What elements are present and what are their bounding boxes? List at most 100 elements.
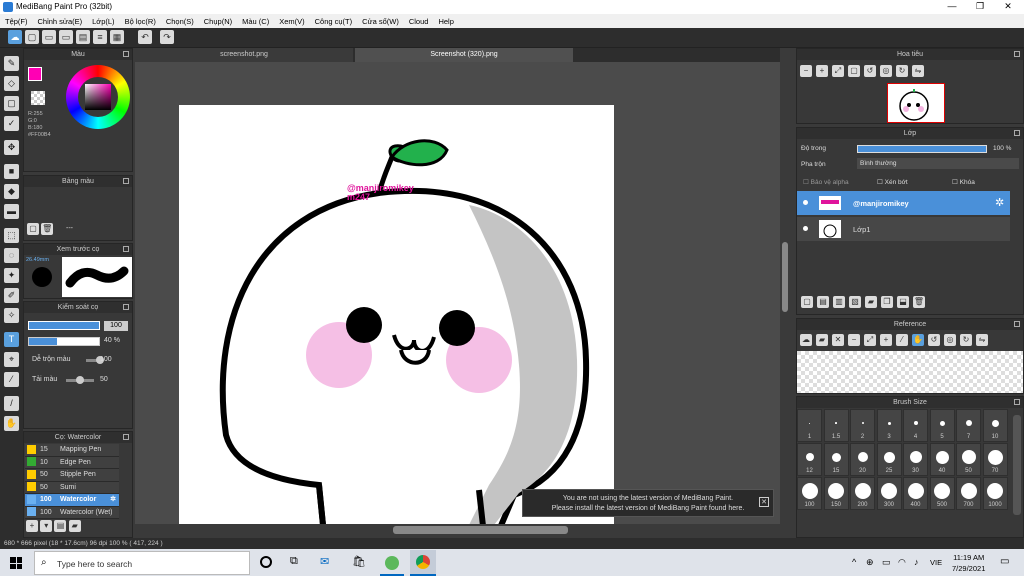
layer-row[interactable]: Lớp1 <box>797 217 1010 241</box>
menu-view[interactable]: Xem(V) <box>274 17 309 26</box>
mail-icon[interactable]: ✉ <box>320 555 329 568</box>
visibility-icon[interactable] <box>803 200 808 205</box>
menu-window[interactable]: Cửa sổ(W) <box>357 17 404 26</box>
redo-icon[interactable]: ↷ <box>160 30 174 44</box>
blend-slider[interactable] <box>86 356 104 364</box>
brush-size-cell[interactable]: 1 <box>797 409 822 442</box>
zoom-in-icon[interactable]: + <box>816 65 828 77</box>
chat-icon[interactable]: ▭ <box>59 30 73 44</box>
brush-size-cell[interactable]: 1000 <box>982 477 1008 510</box>
flip-icon[interactable]: ⇋ <box>912 65 924 77</box>
rotate-right-icon[interactable]: ↻ <box>896 65 908 77</box>
menu-cloud[interactable]: Cloud <box>404 17 434 26</box>
reload-slider[interactable] <box>66 376 94 384</box>
brush-size-cell[interactable]: 7 <box>956 409 981 442</box>
rotate-right-icon[interactable]: ↻ <box>960 334 972 346</box>
layer-row[interactable]: @manjiromikey ✲ <box>797 191 1010 215</box>
open-icon[interactable]: ▰ <box>816 334 828 346</box>
duplicate-layer-icon[interactable]: ❐ <box>881 296 893 308</box>
brush-size-cell[interactable]: 50 <box>956 443 981 476</box>
taskbar-search[interactable]: ⌕ Type here to search <box>34 551 250 575</box>
volume-icon[interactable]: ♪ <box>914 557 919 567</box>
primary-color-swatch[interactable] <box>28 67 42 81</box>
store-icon[interactable]: 🛍 <box>352 555 366 568</box>
menu-layer[interactable]: Lớp(L) <box>87 17 119 26</box>
brush-size-cell[interactable]: 12 <box>797 443 822 476</box>
brush-size-cell[interactable]: 2 <box>850 409 875 442</box>
brush-settings-icon[interactable]: ✲ <box>110 494 116 506</box>
brush-size-cell[interactable]: 1.5 <box>823 409 849 442</box>
operation-tool-icon[interactable]: ⌖ <box>4 352 19 367</box>
menu-file[interactable]: Tệp(F) <box>0 17 33 26</box>
reference-canvas[interactable] <box>797 351 1023 393</box>
list-icon[interactable]: ≡ <box>93 30 107 44</box>
zoom-out-icon[interactable]: − <box>800 65 812 77</box>
brush-tool-icon[interactable]: ✎ <box>4 56 19 71</box>
windows-start-icon[interactable] <box>10 557 22 569</box>
canvas-area[interactable]: @manjiromikey m247 <box>135 62 780 524</box>
brush-size-cell[interactable]: 70 <box>982 443 1008 476</box>
comment-icon[interactable]: ▭ <box>42 30 56 44</box>
add-palette-icon[interactable]: ▢ <box>27 223 39 235</box>
flip-icon[interactable]: ⇋ <box>976 334 988 346</box>
gradient-tool-icon[interactable]: ▬ <box>4 204 19 219</box>
brush-size-cell[interactable]: 20 <box>850 443 875 476</box>
brush-size-cell[interactable]: 40 <box>929 443 955 476</box>
clipping-checkbox[interactable]: ☐ Xén bớt <box>877 178 908 186</box>
language-indicator[interactable]: VIE <box>930 558 942 567</box>
brush-size-scrollbar[interactable] <box>1013 415 1021 515</box>
brush-settings-icon[interactable]: ▤ <box>54 520 67 532</box>
close-ref-icon[interactable]: ✕ <box>832 334 844 346</box>
notice-close-button[interactable]: ✕ <box>759 497 769 507</box>
brush-size-cell[interactable]: 5 <box>929 409 955 442</box>
brush-size-cell[interactable]: 15 <box>823 443 849 476</box>
text-tool-icon[interactable]: T <box>4 332 19 347</box>
eyedropper-icon[interactable]: ⁄ <box>4 372 19 387</box>
cloud-icon[interactable]: ☁ <box>8 30 22 44</box>
menu-select[interactable]: Chọn(S) <box>161 17 199 26</box>
brush-list-item[interactable]: 50 Stipple Pen <box>25 469 119 482</box>
rotate-reset-icon[interactable]: ◎ <box>944 334 956 346</box>
bucket-tool-icon[interactable]: ◆ <box>4 184 19 199</box>
task-view-icon[interactable]: ⧉ <box>290 555 298 568</box>
new-folder-icon[interactable]: ▰ <box>865 296 877 308</box>
protect-alpha-checkbox[interactable]: ☐ Bảo vệ alpha <box>803 178 849 186</box>
hand-tool-icon[interactable]: ✋ <box>4 416 19 431</box>
tray-chevron-icon[interactable]: ^ <box>852 557 856 567</box>
visibility-icon[interactable] <box>803 226 808 231</box>
close-button[interactable]: ✕ <box>994 1 1022 13</box>
brush-size-cell[interactable]: 25 <box>876 443 902 476</box>
blend-mode-select[interactable]: Bình thường <box>857 158 1019 169</box>
brush-list-item[interactable]: 100 Watercolor (Wet) <box>25 506 119 519</box>
network-icon[interactable]: ⊕ <box>866 557 874 568</box>
brush-menu-icon[interactable]: ▾ <box>40 520 53 532</box>
update-notice[interactable]: You are not using the latest version of … <box>522 489 774 517</box>
menu-help[interactable]: Help <box>433 17 458 26</box>
select-eraser-icon[interactable]: ✧ <box>4 308 19 323</box>
rotate-left-icon[interactable]: ↺ <box>928 334 940 346</box>
new-1bit-layer-icon[interactable]: ▧ <box>849 296 861 308</box>
delete-layer-icon[interactable]: 🗑 <box>913 296 925 308</box>
brush-size-cell[interactable]: 150 <box>823 477 849 510</box>
menu-edit[interactable]: Chỉnh sửa(E) <box>33 17 88 26</box>
menu-tools[interactable]: Công cụ(T) <box>310 17 358 26</box>
color-square[interactable] <box>85 84 111 110</box>
horizontal-scrollbar[interactable] <box>135 524 780 536</box>
merge-layer-icon[interactable]: ⬓ <box>897 296 909 308</box>
brush-size-cell[interactable]: 100 <box>797 477 822 510</box>
new-layer-icon[interactable]: ▢ <box>801 296 813 308</box>
fit-icon[interactable]: ⤢ <box>864 334 876 346</box>
menu-filter[interactable]: Bộ lọc(R) <box>120 17 161 26</box>
size-value[interactable]: 100 <box>104 321 128 331</box>
lock-checkbox[interactable]: ☐ Khóa <box>952 178 975 186</box>
add-brush-icon[interactable]: + <box>26 520 38 532</box>
layer-opacity-slider[interactable] <box>857 145 987 153</box>
eyedropper-icon[interactable]: ⁄ <box>896 334 908 346</box>
brush-size-cell[interactable]: 30 <box>903 443 928 476</box>
brush-size-cell[interactable]: 500 <box>929 477 955 510</box>
tab-screenshot-320[interactable]: Screenshot (320).png <box>355 48 573 62</box>
grid-icon[interactable]: ▦ <box>110 30 124 44</box>
brush-list-item[interactable]: 10 Edge Pen <box>25 456 119 469</box>
notifications-icon[interactable]: ▭ <box>1000 556 1009 567</box>
lasso-tool-icon[interactable]: ◌ <box>4 248 19 263</box>
